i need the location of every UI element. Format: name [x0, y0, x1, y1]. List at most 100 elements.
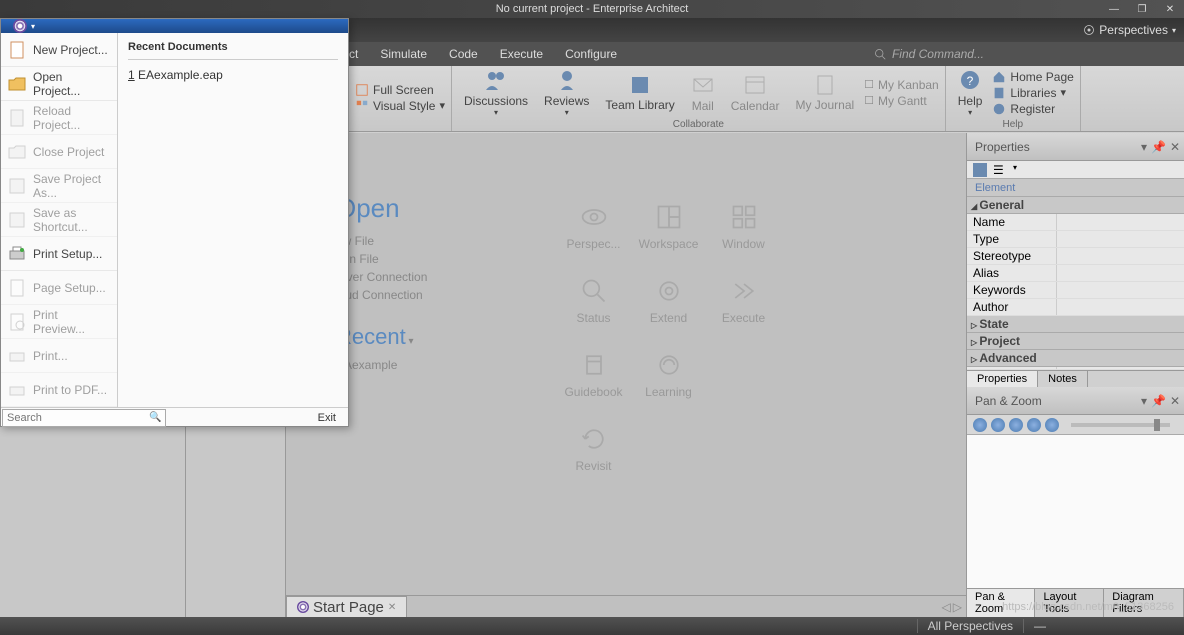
workspace-tile[interactable]: Workspace: [631, 203, 706, 251]
learning-tile[interactable]: Learning: [631, 351, 706, 399]
dropdown-icon[interactable]: ▾: [1141, 140, 1147, 154]
guidebook-tile[interactable]: Guidebook: [556, 351, 631, 399]
mail-icon: [691, 73, 715, 97]
print-setup-item[interactable]: Print Setup...: [1, 237, 117, 271]
zoom-out-icon[interactable]: [991, 418, 1005, 432]
discussions-button[interactable]: Discussions▾: [458, 66, 534, 119]
print-item[interactable]: Print...: [1, 339, 117, 373]
prop-val[interactable]: [1057, 282, 1184, 298]
pin-icon[interactable]: 📌: [1151, 394, 1166, 408]
pin-icon[interactable]: 📌: [1151, 140, 1166, 154]
gantt-button[interactable]: ☐ My Gantt: [864, 94, 939, 108]
nav-left-icon[interactable]: ◁: [942, 600, 951, 614]
eye-icon: [580, 203, 608, 231]
libraries-button[interactable]: Libraries ▾: [992, 86, 1073, 100]
page-setup-item[interactable]: Page Setup...: [1, 271, 117, 305]
execute-tile[interactable]: Execute: [706, 277, 781, 325]
close-icon[interactable]: ✕: [1170, 140, 1180, 154]
start-page-tab[interactable]: Start Page ✕: [286, 596, 407, 618]
new-project-item[interactable]: New Project...: [1, 33, 117, 67]
start-page: Open ew File pen File erver Connection l…: [286, 133, 966, 617]
file-icon: [7, 40, 27, 60]
save-shortcut-item[interactable]: Save as Shortcut...: [1, 203, 117, 237]
zoom-fit-icon[interactable]: [1009, 418, 1023, 432]
prop-key: Name: [967, 214, 1057, 230]
prop-val[interactable]: [1057, 265, 1184, 281]
register-button[interactable]: Register: [992, 102, 1073, 116]
find-command[interactable]: Find Command...: [874, 47, 984, 61]
reload-project-item[interactable]: Reload Project...: [1, 101, 117, 135]
search-icon[interactable]: 🔍: [149, 412, 161, 423]
calendar-icon: [743, 73, 767, 97]
properties-tab[interactable]: Properties: [967, 371, 1038, 387]
journal-button[interactable]: My Journal: [789, 71, 860, 114]
revisit-tile[interactable]: Revisit: [556, 425, 631, 473]
extend-tile[interactable]: Extend: [631, 277, 706, 325]
visual-style-button[interactable]: Visual Style ▾: [355, 99, 445, 113]
mail-button[interactable]: Mail: [685, 71, 721, 115]
chevron-down-icon[interactable]: ▾: [1013, 163, 1027, 177]
search-input[interactable]: [7, 412, 149, 424]
search-icon: [580, 277, 608, 305]
team-library-button[interactable]: Team Library: [599, 71, 680, 114]
prop-val[interactable]: [1057, 231, 1184, 247]
kanban-button[interactable]: ☐ My Kanban: [864, 78, 939, 92]
print-pdf-item[interactable]: Print to PDF...: [1, 373, 117, 407]
recent-documents-header: Recent Documents: [128, 41, 338, 60]
home-page-button[interactable]: Home Page: [992, 70, 1073, 84]
section-state[interactable]: State: [967, 316, 1184, 333]
title-bar: No current project - Enterprise Architec…: [0, 0, 1184, 18]
perspectives-status[interactable]: All Perspectives: [917, 619, 1023, 633]
minimize-button[interactable]: —: [1100, 0, 1128, 18]
zoom-slider[interactable]: [1071, 423, 1170, 427]
shortcut-icon: [7, 210, 27, 230]
preview-icon: [7, 312, 27, 332]
section-project[interactable]: Project: [967, 333, 1184, 350]
printer-icon: [7, 346, 27, 366]
people-icon: [484, 68, 508, 92]
notes-tab[interactable]: Notes: [1038, 371, 1088, 387]
element-bar[interactable]: Element: [967, 179, 1184, 197]
zoom-in-icon[interactable]: [973, 418, 987, 432]
ribbon-tab[interactable]: Simulate: [380, 47, 427, 61]
group-label: Collaborate: [673, 119, 724, 132]
full-screen-button[interactable]: Full Screen: [355, 83, 445, 97]
section-general[interactable]: General: [967, 197, 1184, 214]
perspec-tile[interactable]: Perspec...: [556, 203, 631, 251]
section-advanced[interactable]: Advanced: [967, 350, 1184, 367]
close-icon[interactable]: ✕: [1170, 394, 1180, 408]
ribbon-tab[interactable]: Execute: [500, 47, 543, 61]
print-preview-item[interactable]: Print Preview...: [1, 305, 117, 339]
restore-button[interactable]: ❐: [1128, 0, 1156, 18]
ribbon-tab[interactable]: Configure: [565, 47, 617, 61]
style-icon: [355, 99, 369, 113]
perspectives-button[interactable]: Perspectives ▾: [1083, 23, 1176, 37]
prop-val[interactable]: [1057, 248, 1184, 264]
file-menu-header[interactable]: ▾: [1, 19, 348, 33]
learning-icon: [655, 351, 683, 379]
recent-doc-item[interactable]: 1 EAexample.eap: [128, 66, 338, 84]
nav-right-icon[interactable]: ▷: [953, 600, 962, 614]
window-tile[interactable]: Window: [706, 203, 781, 251]
menu-icon[interactable]: ☰: [993, 163, 1007, 177]
status-tile[interactable]: Status: [556, 277, 631, 325]
save-icon[interactable]: [973, 163, 987, 177]
open-project-item[interactable]: Open Project...: [1, 67, 117, 101]
pan-zoom-canvas[interactable]: [967, 435, 1184, 588]
pan-zoom-panel-header: Pan & Zoom ▾📌✕: [967, 387, 1184, 415]
prop-val[interactable]: [1057, 299, 1184, 315]
ribbon-tab[interactable]: ct: [349, 47, 358, 61]
ribbon-tab[interactable]: Code: [449, 47, 478, 61]
zoom-icon[interactable]: [1027, 418, 1041, 432]
close-icon[interactable]: ✕: [388, 602, 396, 613]
reviews-button[interactable]: Reviews▾: [538, 66, 595, 119]
save-as-item[interactable]: Save Project As...: [1, 169, 117, 203]
prop-val[interactable]: [1057, 214, 1184, 230]
exit-button[interactable]: Exit: [306, 412, 348, 424]
dropdown-icon[interactable]: ▾: [1141, 394, 1147, 408]
help-button[interactable]: ?Help▾: [952, 66, 989, 119]
close-project-item[interactable]: Close Project: [1, 135, 117, 169]
close-button[interactable]: ✕: [1156, 0, 1184, 18]
zoom-icon[interactable]: [1045, 418, 1059, 432]
calendar-button[interactable]: Calendar: [725, 71, 786, 115]
